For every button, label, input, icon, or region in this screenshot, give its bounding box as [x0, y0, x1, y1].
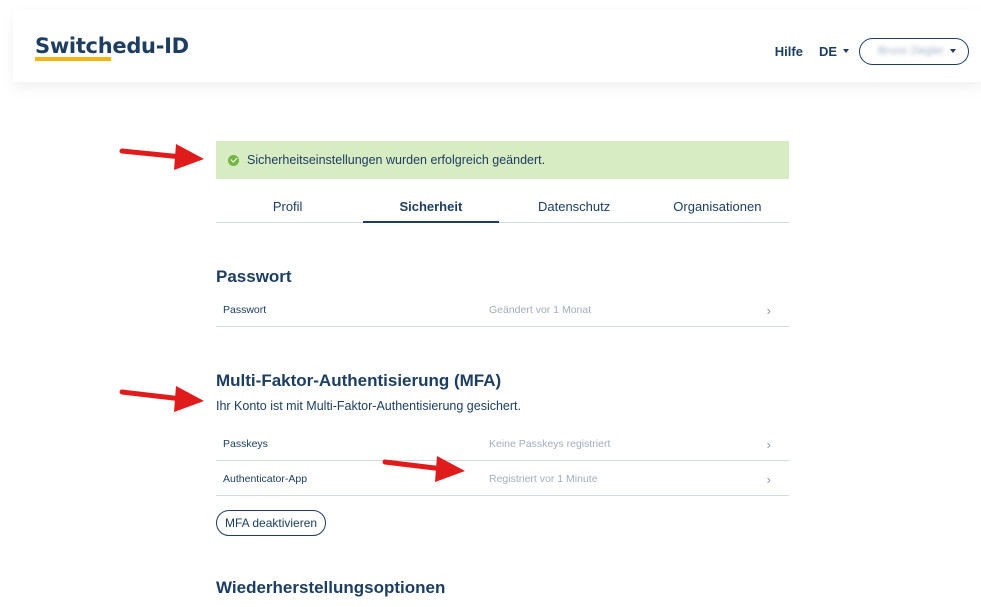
password-section-title: Passwort	[216, 267, 292, 286]
tab-datenschutz[interactable]: Datenschutz	[503, 190, 646, 222]
row-value: Keine Passkeys registriert	[489, 437, 611, 450]
success-alert: Sicherheitseinstellungen wurden erfolgre…	[216, 141, 789, 179]
chevron-right-icon: ›	[766, 436, 771, 452]
row-label: Passkeys	[223, 437, 268, 450]
language-label: DE	[818, 43, 837, 59]
chevron-right-icon: ›	[766, 302, 771, 318]
logo-text-edu-id: edu-ID	[112, 34, 189, 58]
disable-mfa-button[interactable]: MFA deaktivieren	[216, 510, 327, 536]
chevron-right-icon: ›	[766, 471, 771, 487]
tab-profil[interactable]: Profil	[216, 190, 359, 222]
annotation-arrow-icon	[119, 144, 204, 170]
annotation-arrow-icon	[382, 456, 465, 482]
mfa-description: Ihr Konto ist mit Multi-Faktor-Authentis…	[216, 399, 521, 413]
recovery-section-title: Wiederherstellungsoptionen	[216, 578, 446, 597]
logo-text-switch: Switch	[35, 34, 113, 61]
tab-sicherheit[interactable]: Sicherheit	[359, 190, 502, 223]
help-link[interactable]: Hilfe	[775, 44, 803, 59]
authenticator-app-row[interactable]: Authenticator-App Registriert vor 1 Minu…	[216, 462, 789, 496]
row-label: Passwort	[223, 303, 267, 316]
passkeys-row[interactable]: Passkeys Keine Passkeys registriert ›	[216, 427, 789, 461]
top-header: Switchedu-ID Hilfe DE Bruno Ziegler	[13, 10, 981, 82]
caret-down-icon	[843, 49, 849, 53]
mfa-section-title: Multi-Faktor-Authentisierung (MFA)	[216, 371, 502, 390]
annotation-arrow-icon	[119, 386, 204, 412]
check-circle-icon	[228, 154, 239, 166]
language-selector[interactable]: DE	[819, 44, 849, 59]
user-name: Bruno Ziegler	[877, 45, 945, 57]
switch-edu-id-logo[interactable]: Switchedu-ID	[35, 34, 189, 61]
password-row[interactable]: Passwort Geändert vor 1 Monat ›	[216, 293, 789, 327]
row-value: Geändert vor 1 Monat	[489, 303, 592, 316]
row-value: Registriert vor 1 Minute	[489, 472, 598, 485]
row-label: Authenticator-App	[223, 472, 308, 485]
tab-organisationen[interactable]: Organisationen	[646, 190, 789, 222]
alert-message: Sicherheitseinstellungen wurden erfolgre…	[247, 153, 546, 167]
header-actions: Hilfe DE Bruno Ziegler	[775, 37, 969, 65]
caret-down-icon	[950, 49, 957, 53]
account-tabs: Profil Sicherheit Datenschutz Organisati…	[216, 190, 789, 223]
user-menu-button[interactable]: Bruno Ziegler	[859, 37, 969, 65]
